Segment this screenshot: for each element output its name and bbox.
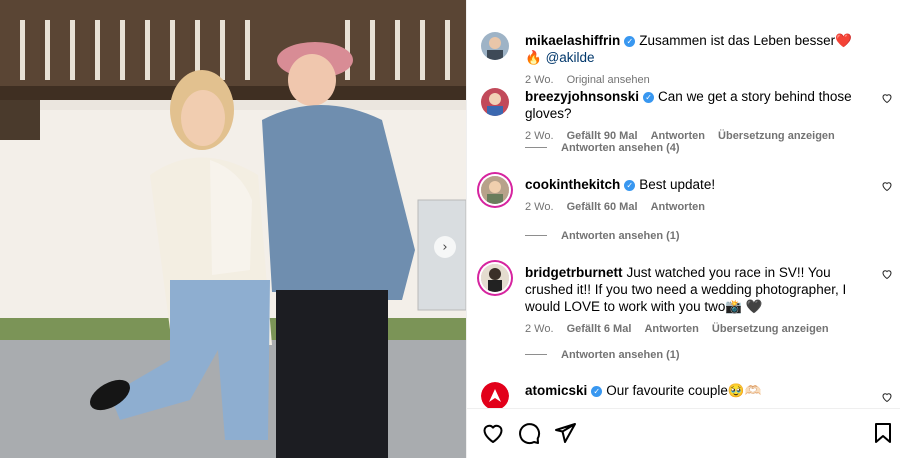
comments-list[interactable]: mikaelashiffrin ✓ Zusammen ist das Leben b… <box>467 0 900 408</box>
view-replies-button[interactable]: Antworten ansehen (1) <box>525 348 680 362</box>
translate-button[interactable]: Übersetzung anzeigen <box>718 130 835 142</box>
view-replies-button[interactable]: Antworten ansehen (4) <box>525 141 680 155</box>
verified-icon: ✓ <box>624 36 636 47</box>
view-replies-label: Antworten ansehen (1) <box>561 349 680 361</box>
fire-emoji: 🔥 <box>525 50 542 65</box>
avatar[interactable] <box>481 88 509 116</box>
view-replies-label: Antworten ansehen (4) <box>561 142 680 154</box>
comment-likes[interactable]: Gefällt 60 Mal <box>567 201 638 213</box>
comment-text: Our favourite couple🥹🫶🏻 <box>606 383 762 398</box>
reply-button[interactable]: Antworten <box>644 323 698 335</box>
post-photo: › <box>0 0 466 458</box>
heart-emoji: ❤️ <box>835 33 852 48</box>
reply-button[interactable]: Antworten <box>651 201 705 213</box>
avatar[interactable] <box>481 32 509 60</box>
bookmark-icon[interactable] <box>871 421 895 445</box>
comment-username[interactable]: cookinthekitch <box>525 177 620 192</box>
see-original-button[interactable]: Original ansehen <box>567 74 650 86</box>
comment-username[interactable]: bridgetrburnett <box>525 265 623 280</box>
chevron-right-icon: › <box>442 239 448 255</box>
view-replies-label: Antworten ansehen (1) <box>561 230 680 242</box>
caption-username[interactable]: mikaelashiffrin <box>525 33 620 48</box>
verified-icon: ✓ <box>643 92 655 103</box>
comment-time: 2 Wo. <box>525 323 554 335</box>
heart-icon[interactable] <box>881 180 893 192</box>
view-replies-button[interactable]: Antworten ansehen (1) <box>525 229 680 243</box>
carousel-next-button[interactable]: › <box>434 236 456 258</box>
post-action-bar <box>467 408 900 458</box>
comment-text: Best update! <box>639 177 716 192</box>
translate-button[interactable]: Übersetzung anzeigen <box>712 323 829 335</box>
comment-username[interactable]: breezyjohnsonski <box>525 89 639 104</box>
post-photo-image <box>0 0 466 458</box>
caption-mention[interactable]: @akilde <box>546 50 595 65</box>
caption-time: 2 Wo. <box>525 74 554 86</box>
comment-icon[interactable] <box>517 421 541 445</box>
heart-icon[interactable] <box>881 391 893 403</box>
comment-likes[interactable]: Gefällt 6 Mal <box>567 323 632 335</box>
heart-icon[interactable] <box>481 421 505 445</box>
share-icon[interactable] <box>553 421 577 445</box>
heart-icon[interactable] <box>881 92 893 104</box>
verified-icon: ✓ <box>591 386 603 397</box>
heart-icon[interactable] <box>881 268 893 280</box>
caption-text: Zusammen ist das Leben besser <box>639 33 836 48</box>
avatar[interactable] <box>481 176 509 204</box>
comment-time: 2 Wo. <box>525 201 554 213</box>
avatar[interactable] <box>481 264 509 292</box>
avatar[interactable] <box>481 382 509 408</box>
comments-panel: mikaelashiffrin ✓ Zusammen ist das Leben b… <box>466 0 900 458</box>
comment-username[interactable]: atomicski <box>525 383 587 398</box>
verified-icon: ✓ <box>624 180 636 191</box>
